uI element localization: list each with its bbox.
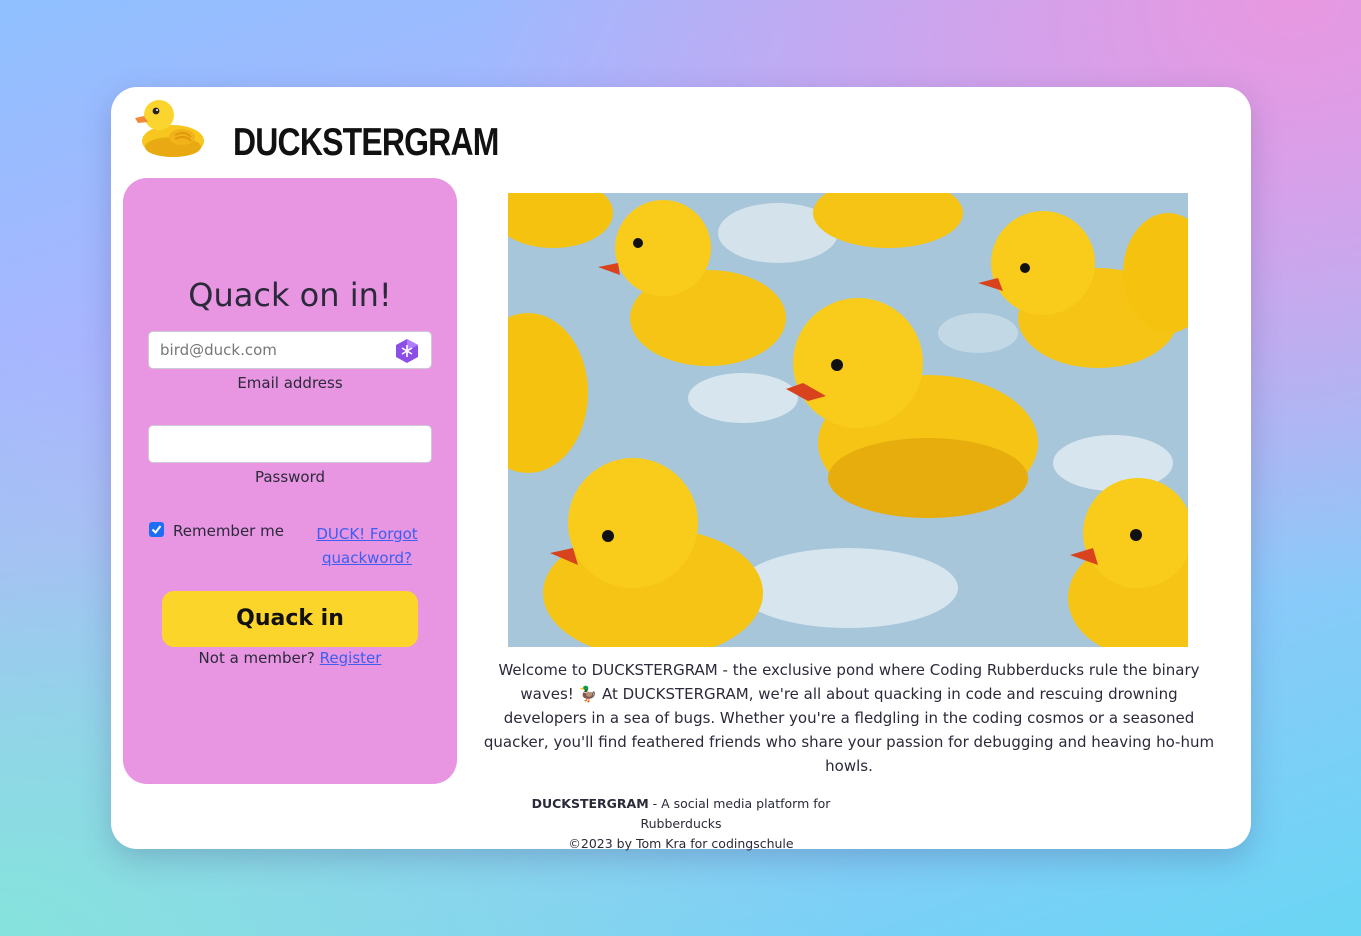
register-link[interactable]: Register bbox=[320, 649, 382, 667]
email-field[interactable] bbox=[149, 332, 401, 368]
login-title: Quack on in! bbox=[188, 276, 392, 314]
not-member-row: Not a member? Register bbox=[123, 649, 457, 667]
footer-brand: DUCKSTERGRAM bbox=[531, 796, 649, 811]
footer-line-1: DUCKSTERGRAM - A social media platform f… bbox=[491, 794, 871, 834]
brand-name: DUCKSTERGRAM bbox=[233, 121, 499, 164]
remember-me[interactable]: Remember me bbox=[149, 522, 284, 540]
remember-checkbox[interactable] bbox=[149, 522, 164, 537]
welcome-description: Welcome to DUCKSTERGRAM - the exclusive … bbox=[483, 661, 1215, 775]
login-panel: Quack on in! Email address Password Reme… bbox=[123, 178, 457, 784]
email-label: Email address bbox=[237, 374, 343, 392]
rubber-ducks-photo bbox=[508, 193, 1188, 647]
forgot-password-link[interactable]: DUCK! Forgot quackword? bbox=[303, 522, 431, 570]
logo[interactable]: DUCKSTERGRAM bbox=[135, 95, 499, 164]
footer-copyright: ©2023 by Tom Kra for codingschule bbox=[568, 836, 794, 851]
footer: DUCKSTERGRAM - A social media platform f… bbox=[491, 794, 871, 854]
footer-tagline: - A social media platform for Rubberduck… bbox=[640, 796, 831, 831]
password-manager-icon[interactable] bbox=[395, 338, 419, 364]
not-member-text: Not a member? bbox=[198, 649, 315, 667]
main-card: DUCKSTERGRAM Quack on in! Email address … bbox=[111, 87, 1251, 851]
password-field-wrapper bbox=[148, 425, 432, 463]
checkmark-icon bbox=[151, 525, 162, 535]
ducks-image bbox=[508, 193, 1188, 647]
password-label: Password bbox=[254, 468, 326, 486]
duck-logo-icon bbox=[135, 100, 204, 157]
email-field-wrapper bbox=[148, 331, 432, 369]
remember-label: Remember me bbox=[173, 522, 284, 540]
quack-in-button[interactable]: Quack in bbox=[162, 591, 418, 647]
password-field[interactable] bbox=[149, 426, 401, 462]
